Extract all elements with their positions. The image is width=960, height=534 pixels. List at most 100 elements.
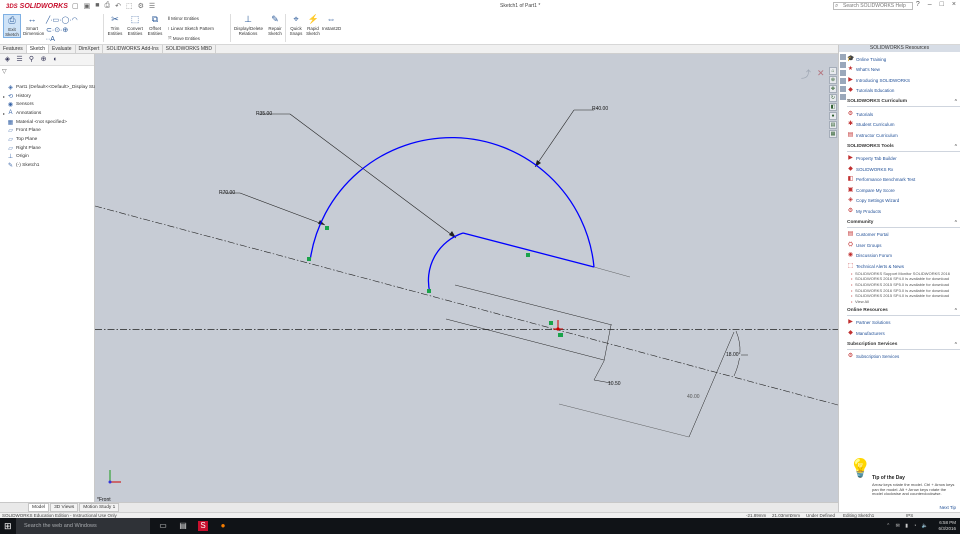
repair-sketch-button[interactable]: ✎ Repair Sketch — [266, 14, 284, 36]
resource-link[interactable]: ◉ Discussion Forum — [847, 251, 960, 262]
resource-link[interactable]: ▤ Instructor Curriculum — [847, 130, 960, 141]
convert-entities-button[interactable]: ⬚ Convert Entities — [126, 14, 144, 36]
feature-tree-item[interactable]: ▸ ⟲ History — [3, 92, 109, 101]
tangent-relation-icon[interactable] — [325, 226, 329, 230]
resource-link[interactable]: ◆ Tutorials Education — [847, 86, 960, 97]
point-tools[interactable]: ∙·A — [46, 36, 55, 43]
relation-icon[interactable] — [558, 333, 563, 337]
save-icon[interactable]: ■ — [95, 2, 99, 10]
dimension-40-00[interactable]: 40.00 — [687, 394, 700, 400]
windows-start-icon[interactable]: ⊞ — [4, 521, 14, 531]
resource-link[interactable]: ⬚ Technical Alerts & News — [847, 261, 960, 272]
view-zoom-icon[interactable]: ⊕ — [829, 76, 837, 84]
task-section-header[interactable]: SOLIDWORKS Curriculum ⌃ — [847, 99, 960, 107]
task-section-header[interactable]: Online Resources ⌃ — [847, 308, 960, 316]
view-home-icon[interactable]: ⌂ — [829, 67, 837, 75]
news-item[interactable]: SOLIDWORKS 2015 SP5.0 is available for d… — [847, 282, 960, 288]
dimension-r70[interactable]: R70.00 — [219, 190, 235, 196]
select-icon[interactable]: ⬚ — [126, 2, 133, 10]
task-view-icon[interactable]: ▭ — [158, 521, 168, 531]
view-all-link[interactable]: View All — [847, 299, 960, 305]
feature-tree-item[interactable]: ▱ Right Plane — [3, 144, 109, 153]
tab-addins[interactable]: SOLIDWORKS Add-Ins — [103, 45, 163, 53]
dimxpert-icon[interactable]: ⊕ — [39, 56, 48, 64]
solidworks-logo[interactable]: 3DS SOLIDWORKS — [0, 3, 72, 10]
resource-link[interactable]: 🎓 Online Training — [847, 54, 960, 65]
view-palette-tab-icon[interactable] — [840, 78, 846, 84]
file-explorer-icon[interactable]: ▤ — [178, 521, 188, 531]
tab-model[interactable]: Model — [28, 503, 50, 512]
outer-arc[interactable] — [309, 136, 595, 268]
rebuild-icon[interactable]: ⚙ — [138, 2, 144, 10]
resources-tab-icon[interactable] — [840, 54, 846, 60]
open-icon[interactable]: ▣ — [84, 2, 91, 10]
undo-icon[interactable]: ↶ — [115, 2, 121, 10]
collapse-icon[interactable]: ⌃ — [954, 144, 958, 150]
view-section-icon[interactable]: ▤ — [829, 121, 837, 129]
resource-link[interactable]: ◆ Manufacturers — [847, 328, 960, 339]
collapse-icon[interactable]: ⌃ — [954, 99, 958, 105]
view-appearance-icon[interactable]: ● — [829, 112, 837, 120]
mirror-entities-button[interactable]: ⫴ Mirror Entities — [168, 16, 199, 21]
tab-dimxpert[interactable]: DimXpert — [76, 45, 104, 53]
resource-link[interactable]: ◈ Copy Settings Wizard — [847, 196, 960, 207]
clock[interactable]: 6:58 PM 6/3/2016 — [938, 520, 956, 531]
appearances-tab-icon[interactable] — [840, 86, 846, 92]
view-scene-icon[interactable]: ▦ — [829, 130, 837, 138]
filter-icon[interactable]: ▽ — [2, 68, 10, 76]
resource-link[interactable]: ▶ Partner Solutions — [847, 318, 960, 329]
feature-tree-item[interactable]: ◉ Sensors — [3, 100, 109, 109]
curve-tools[interactable]: ⊂·⊙·⊕ — [46, 26, 68, 34]
next-tip-link[interactable]: Next Tip — [939, 505, 956, 510]
property-manager-icon[interactable]: ☰ — [15, 56, 24, 64]
resource-link[interactable]: ▶ Introducing SOLIDWORKS — [847, 75, 960, 86]
coincident-relation-icon[interactable] — [427, 289, 431, 293]
resource-link[interactable]: ⚙ Tutorials — [847, 109, 960, 120]
feature-tree-item[interactable]: ▱ Top Plane — [3, 135, 109, 144]
custom-properties-tab-icon[interactable] — [840, 94, 846, 100]
linear-pattern-button[interactable]: ⁝ Linear Sketch Pattern — [168, 26, 214, 32]
new-icon[interactable]: ▢ — [72, 2, 79, 10]
options-icon[interactable]: ☰ — [149, 2, 155, 10]
dimension-10-50[interactable]: 10.50 — [608, 381, 621, 387]
instant2d-button[interactable]: ⇔ Instant2D — [322, 14, 341, 31]
sketch-canvas[interactable] — [95, 54, 838, 502]
solidworks-taskbar-icon[interactable]: S — [198, 521, 208, 531]
resource-link[interactable]: ⚙ Subscription Services — [847, 352, 960, 363]
graphics-area[interactable]: R35.00 R40.00 R70.00 18.00° 10.50 40.00 … — [95, 54, 838, 503]
feature-tree-icon[interactable]: ◈ — [3, 56, 12, 64]
relation-icon[interactable] — [549, 321, 553, 325]
connecting-line[interactable] — [462, 232, 595, 268]
rapid-sketch-button[interactable]: ⚡ Rapid Sketch — [304, 14, 322, 36]
dimension-angle[interactable]: 18.00° — [726, 352, 741, 358]
feature-tree-item[interactable]: ⊥ Origin — [3, 153, 109, 162]
maximize-button[interactable]: □ — [940, 1, 944, 8]
help-search-input[interactable]: ⌕ Search SOLIDWORKS Help — [833, 2, 913, 10]
firefox-icon[interactable]: ● — [218, 521, 228, 531]
minimize-button[interactable]: – — [928, 1, 932, 8]
inner-arc[interactable] — [427, 232, 464, 294]
tab-mbd[interactable]: SOLIDWORKS MBD — [163, 45, 216, 53]
view-display-icon[interactable]: ◧ — [829, 103, 837, 111]
resource-link[interactable]: ▤ Customer Portal — [847, 230, 960, 241]
resource-link[interactable]: ★ What's New — [847, 65, 960, 76]
feature-tree-item[interactable]: ▦ Material <not specified> — [3, 118, 109, 127]
design-library-tab-icon[interactable] — [840, 62, 846, 68]
tab-3d-views[interactable]: 3D Views — [50, 503, 79, 512]
configuration-icon[interactable]: ⚲ — [27, 56, 36, 64]
coincident-relation-icon[interactable] — [307, 257, 311, 261]
resource-link[interactable]: ▣ Compare My Score — [847, 185, 960, 196]
quick-snaps-button[interactable]: ⌖ Quick Snaps — [287, 14, 305, 36]
cancel-sketch-icon[interactable]: ✕ — [817, 68, 825, 79]
tab-sketch[interactable]: Sketch — [26, 45, 50, 53]
line-tools[interactable]: ╱·▭·◯·◠ — [46, 16, 78, 24]
taskbar-search[interactable]: Search the web and Windows — [16, 518, 150, 534]
resource-link[interactable]: ⛭ User Groups — [847, 240, 960, 251]
feature-tree-item[interactable]: ◈ Part1 (Default<<Default>_Display State … — [3, 83, 108, 92]
resource-link[interactable]: ▶ Property Tab Builder — [847, 154, 960, 165]
tangent-relation-icon[interactable] — [526, 253, 530, 257]
display-relations-button[interactable]: ⊥ Display/Delete Relations — [234, 14, 263, 36]
trim-entities-button[interactable]: ✂ Trim Entities — [106, 14, 124, 36]
collapse-icon[interactable]: ⌃ — [954, 342, 958, 348]
print-icon[interactable]: ⎙ — [104, 2, 110, 10]
